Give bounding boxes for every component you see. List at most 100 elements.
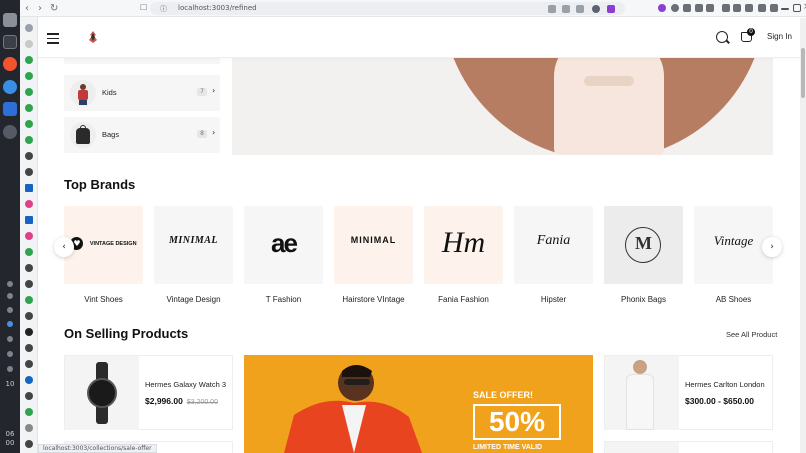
minimize-icon[interactable] [781,8,789,10]
tab-icon[interactable] [25,360,33,368]
tab-icon[interactable] [25,120,33,128]
chevron-right-icon[interactable]: › [212,128,215,137]
extension-icon[interactable] [658,4,666,12]
product-card[interactable] [604,441,773,453]
page-scrollbar[interactable] [800,18,806,453]
brand-logo[interactable] [87,30,99,44]
download-icon[interactable] [722,4,730,12]
tab-icon[interactable] [25,152,33,160]
tab-icon[interactable] [25,216,33,224]
brand-name[interactable]: Hipster [514,295,593,304]
tab-icon[interactable] [25,312,33,320]
tab-icon[interactable] [25,88,33,96]
settings-icon[interactable] [3,125,17,139]
extension-icon[interactable] [706,4,714,12]
tab-icon[interactable] [25,376,33,384]
brave-rewards-icon[interactable] [607,5,615,13]
extension-icon[interactable] [671,4,679,12]
maximize-icon[interactable] [793,4,801,12]
carousel-prev-button[interactable]: ‹ [54,237,74,257]
tab-icon[interactable] [25,104,33,112]
brave-icon[interactable] [3,57,17,71]
category-count: 8 [197,130,207,138]
brand-card[interactable]: ae [244,206,323,284]
site-info-icon[interactable]: ⓘ [160,4,167,14]
carousel-next-button[interactable]: › [762,237,782,257]
terminal-icon[interactable] [3,35,17,49]
tab-icon[interactable] [25,296,33,304]
extension-icon[interactable] [683,4,691,12]
category-item-kids[interactable]: Kids 7 › [64,75,220,111]
product-card[interactable]: Hermes Galaxy Watch 3 $2,996.00 $3,200.00 [64,355,233,430]
extension-icon[interactable] [695,4,703,12]
tray-icon[interactable] [7,293,13,299]
see-all-products-link[interactable]: See All Product [726,330,777,339]
brand-card[interactable]: MINIMAL [154,206,233,284]
tab-icon[interactable] [25,440,33,448]
sale-offer-banner[interactable]: SALE OFFER! 50% LIMITED TIME VALID [244,355,593,453]
menu-icon[interactable] [47,33,59,47]
scrollbar-thumb[interactable] [801,48,805,98]
brand-name[interactable]: Vint Shoes [64,295,143,304]
tab-icon[interactable] [25,168,33,176]
bookmark-icon[interactable]: ☐ [140,3,147,12]
bluetooth-icon[interactable] [7,351,13,357]
shield-icon[interactable] [592,5,600,13]
tab-icon[interactable] [25,40,33,48]
category-item-bags[interactable]: Bags 8 › [64,117,220,153]
address-bar[interactable]: ⓘ localhost:3003/refined [150,2,625,15]
sidebar-toggle-icon[interactable] [758,4,766,12]
extension-icon[interactable] [733,4,741,12]
tab-icon[interactable] [25,56,33,64]
tab-icon[interactable] [25,232,33,240]
share-icon[interactable] [562,5,570,13]
brand-name[interactable]: Fania Fashion [424,295,503,304]
tab-icon[interactable] [25,248,33,256]
sign-in-link[interactable]: Sign In [767,32,792,41]
brand-card[interactable]: Fania [514,206,593,284]
tab-icon[interactable] [25,24,33,32]
brand-card[interactable]: ♥ VINTAGE DESIGN [64,206,143,284]
tab-icon[interactable] [25,408,33,416]
send-icon[interactable] [576,5,584,13]
product-card[interactable]: Hermes Carlton London $300.00 - $650.00 [604,355,773,430]
tab-icon[interactable] [25,200,33,208]
extension-icon[interactable] [770,4,778,12]
back-icon[interactable]: ‹ [25,3,29,14]
chrome-icon[interactable] [3,80,17,94]
section-title-top-brands: Top Brands [64,177,136,192]
tab-icon[interactable] [25,392,33,400]
wallet-icon[interactable] [745,4,753,12]
cast-icon[interactable] [548,5,556,13]
tab-icon[interactable] [25,136,33,144]
brand-card[interactable]: MINIMAL [334,206,413,284]
brand-name[interactable]: Phonix Bags [604,295,683,304]
tray-icon[interactable] [7,281,13,287]
brand-logo: MINIMAL [168,235,219,246]
reload-icon[interactable]: ↻ [50,3,58,14]
search-icon[interactable] [716,31,728,43]
tab-icon[interactable] [25,344,33,352]
brand-name[interactable]: Hairstore VIntage [334,295,413,304]
tab-icon[interactable] [25,424,33,432]
chevron-right-icon[interactable]: › [212,86,215,95]
tray-icon[interactable] [7,307,13,313]
editor-icon[interactable] [3,102,17,116]
brand-card[interactable]: Hm [424,206,503,284]
address-url[interactable]: localhost:3003/refined [178,4,257,12]
tab-icon[interactable] [25,328,33,336]
brand-card[interactable]: M [604,206,683,284]
tab-icon[interactable] [25,280,33,288]
brand-name[interactable]: AB Shoes [694,295,773,304]
forward-icon[interactable]: › [38,3,42,14]
volume-icon[interactable] [7,366,13,372]
files-icon[interactable] [3,13,17,27]
tab-icon[interactable] [25,184,33,192]
os-dock: 10 06 00 [0,0,20,453]
brand-name[interactable]: T Fashion [244,295,323,304]
tray-icon[interactable] [7,336,13,342]
network-icon[interactable] [7,321,13,327]
tab-icon[interactable] [25,264,33,272]
tab-icon[interactable] [25,72,33,80]
brand-name[interactable]: Vintage Design [154,295,233,304]
